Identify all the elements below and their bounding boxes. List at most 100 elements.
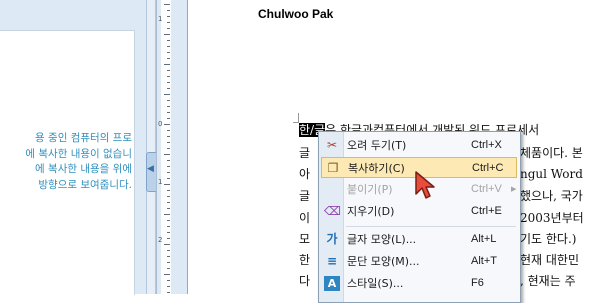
ruler-tick: [167, 232, 170, 233]
ruler-tick: [167, 280, 170, 281]
ruler-tick: [167, 178, 170, 179]
menu-item-label: 문단 모양(M)...: [347, 255, 420, 268]
doc-line-prefix: 이: [299, 211, 311, 225]
ruler-tick: [164, 184, 170, 185]
paragraph-shape-icon: ≡: [326, 254, 338, 268]
ruler-tick: [164, 94, 170, 95]
copy-icon: ❐: [327, 161, 339, 175]
ruler-tick: [167, 82, 170, 83]
ruler-tick: [167, 106, 170, 107]
ruler-tick: [167, 10, 170, 11]
ruler-tick: [167, 268, 170, 269]
ruler-tick: [167, 70, 170, 71]
menu-item-delete[interactable]: ⌫ 지우기(D) Ctrl+E: [321, 201, 517, 222]
menu-item-shortcut: Ctrl+X: [471, 139, 502, 151]
menu-item-shortcut: F6: [471, 277, 484, 289]
doc-line: 했으나, 국가: [520, 189, 583, 203]
ruler-tick: [164, 214, 170, 215]
ruler-label: 0: [158, 120, 163, 128]
page-header: Chulwoo Pak: [258, 7, 334, 21]
menu-item-paragraph-shape[interactable]: ≡ 문단 모양(M)... Alt+T: [321, 251, 517, 272]
context-menu[interactable]: ✂ 오려 두기(T) Ctrl+X ❐ 복사하기(C) Ctrl+C 붙이기(P…: [318, 131, 521, 303]
ruler-tick: [167, 286, 170, 287]
doc-line-prefix: 다: [299, 274, 311, 288]
submenu-arrow-icon: ▶: [511, 185, 517, 193]
doc-line: ngul Word: [520, 167, 583, 181]
ruler-tick: [167, 238, 170, 239]
menu-item-shortcut: Ctrl+E: [471, 205, 502, 217]
ruler-tick: [167, 112, 170, 113]
paste-icon: [324, 182, 340, 197]
left-line: 에 복사한 내용이 없습니: [25, 147, 132, 160]
menu-separator: [346, 226, 516, 227]
ruler-tick: [164, 64, 170, 65]
menu-item-shortcut: Ctrl+C: [472, 162, 504, 174]
doc-line-prefix: 모: [299, 232, 311, 246]
ruler-tick: [164, 154, 170, 155]
ruler-tick: [167, 250, 170, 251]
menu-item-style[interactable]: A 스타일(S)... F6: [321, 273, 517, 294]
doc-line: 기도 한다.): [520, 232, 577, 246]
menu-item-label: 글자 모양(L)...: [347, 233, 417, 246]
ruler-tick: [167, 208, 170, 209]
ruler-tick: [167, 202, 170, 203]
ruler-tick: [167, 22, 170, 23]
ruler-tick: [167, 52, 170, 53]
ruler-tick: [167, 100, 170, 101]
ruler-tick: [167, 88, 170, 89]
ruler-tick: [167, 166, 170, 167]
doc-line: , 현재는 주: [520, 274, 576, 288]
pane-splitter[interactable]: [146, 0, 156, 294]
ruler-label: 2: [158, 236, 163, 244]
menu-item-label: 스타일(S)...: [347, 277, 404, 290]
menu-item-shortcut: Alt+T: [471, 255, 497, 267]
mouse-pointer-icon: [415, 171, 435, 199]
ruler-tick: [167, 40, 170, 41]
menu-item-label: 지우기(D): [347, 205, 395, 218]
ruler-tick: [167, 262, 170, 263]
ruler-tick: [164, 244, 170, 245]
ruler-tick: [167, 172, 170, 173]
ruler-tick: [167, 220, 170, 221]
doc-line-prefix: 한: [299, 253, 311, 267]
ruler-tick: [167, 226, 170, 227]
ruler-tick: [167, 292, 170, 293]
left-line: 에 복사한 내용을 위에: [35, 163, 132, 175]
ruler-label: 1: [158, 178, 163, 186]
doc-line-prefix: 아: [299, 167, 311, 181]
ruler-tick: [167, 58, 170, 59]
ruler-tick: [167, 190, 170, 191]
scissors-icon: ✂: [326, 138, 338, 152]
ruler-tick: [167, 196, 170, 197]
ruler-tick: [167, 76, 170, 77]
doc-line-prefix: 글: [299, 189, 311, 203]
ruler-tick: [167, 46, 170, 47]
menu-item-shortcut: Alt+L: [471, 233, 497, 245]
doc-line-prefix: 글: [299, 146, 311, 160]
ruler-tick: [164, 4, 170, 5]
style-icon: A: [324, 276, 340, 291]
ruler-tick: [167, 136, 170, 137]
left-preview-text: 용 중인 컴퓨터의 프로 에 복사한 내용이 없습니 에 복사한 내용을 위에 …: [0, 131, 132, 193]
ruler-tick: [167, 256, 170, 257]
ruler-tick: [164, 274, 170, 275]
char-shape-icon: 가: [326, 232, 338, 246]
menu-item-cut[interactable]: ✂ 오려 두기(T) Ctrl+X: [321, 135, 517, 156]
doc-line: 2003년부터: [520, 211, 584, 225]
left-line: 용 중인 컴퓨터의 프로: [35, 132, 132, 144]
page-gap: [173, 0, 187, 294]
ruler-tick: [167, 16, 170, 17]
eraser-icon: ⌫: [324, 204, 341, 218]
menu-item-label: 오려 두기(T): [347, 139, 407, 152]
ruler-tick: [164, 34, 170, 35]
doc-line: 체품이다. 본: [520, 146, 583, 160]
ruler-tick: [167, 148, 170, 149]
ruler-tick: [164, 124, 170, 125]
menu-item-label: 붙이기(P): [347, 183, 393, 196]
ruler-label: 1: [158, 15, 163, 23]
menu-item-char-shape[interactable]: 가 글자 모양(L)... Alt+L: [321, 229, 517, 250]
menu-item-label: 복사하기(C): [348, 162, 405, 175]
left-line: 방향으로 보여줍니다.: [38, 178, 132, 191]
doc-line: 현재 대한민: [520, 253, 580, 267]
chevron-left-icon: ◀: [147, 164, 154, 174]
